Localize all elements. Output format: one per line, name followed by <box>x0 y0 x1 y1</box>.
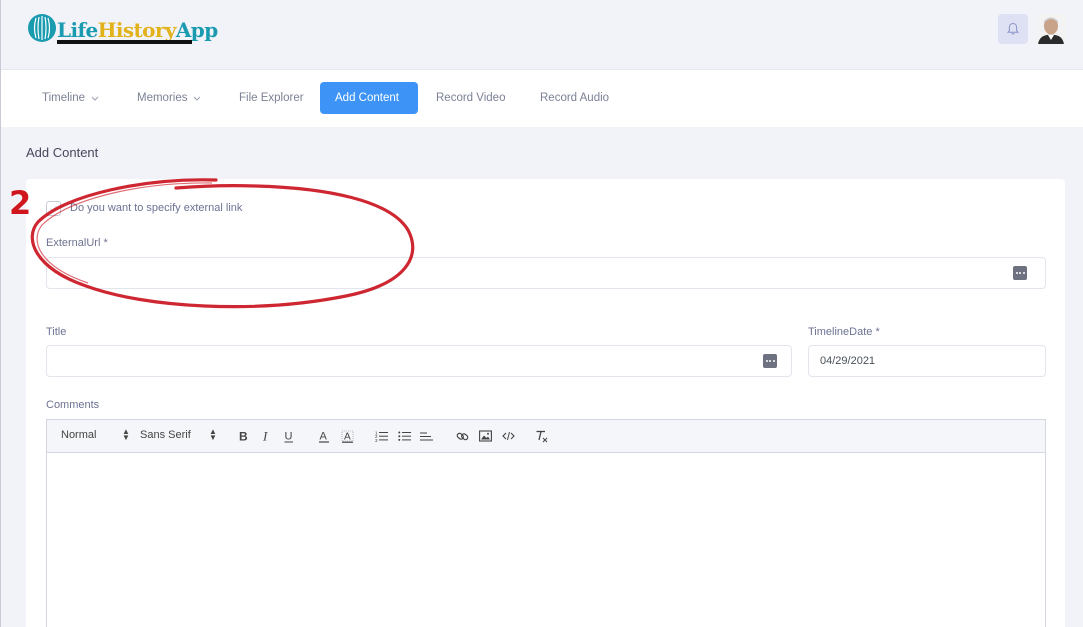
annotation-number: 2 <box>9 184 32 222</box>
nav-file-explorer-label: File Explorer <box>239 92 304 104</box>
nav-record-video-label: Record Video <box>436 92 506 104</box>
logo-underline <box>57 40 192 44</box>
nav-add-content[interactable]: Add Content <box>320 82 418 114</box>
svg-text:A: A <box>320 430 328 442</box>
external-link-checkbox[interactable] <box>46 200 61 216</box>
nav-timeline[interactable]: Timeline <box>27 82 114 114</box>
image-icon <box>478 430 492 442</box>
italic-icon: I <box>262 430 268 442</box>
image-button[interactable] <box>477 428 493 444</box>
more-dots-icon[interactable] <box>763 354 777 368</box>
clear-format-icon <box>536 430 548 442</box>
ordered-list-icon: 123 <box>375 431 388 442</box>
select-arrows-icon: ▲ ▼ <box>122 427 130 442</box>
bullet-list-icon <box>397 431 411 441</box>
italic-button[interactable]: I <box>258 428 274 444</box>
nav-record-audio-label: Record Audio <box>540 92 610 104</box>
underline-button[interactable]: U <box>281 428 297 444</box>
code-icon <box>501 431 515 441</box>
nav-record-audio[interactable]: Record Audio <box>525 82 624 114</box>
code-button[interactable] <box>500 428 516 444</box>
link-button[interactable] <box>454 428 470 444</box>
title-input[interactable] <box>46 345 792 377</box>
font-color-icon: A <box>319 430 329 443</box>
nav-record-video[interactable]: Record Video <box>421 82 520 114</box>
external-url-label: ExternalUrl * <box>46 237 108 249</box>
background-color-icon: A <box>341 430 353 443</box>
underline-icon: U <box>284 430 293 442</box>
user-photo-icon <box>1036 14 1066 44</box>
font-select-value: Sans Serif <box>140 429 191 441</box>
font-select[interactable]: Sans Serif ▲ ▼ <box>140 427 218 442</box>
bullet-list-button[interactable] <box>396 428 412 444</box>
timeline-date-input[interactable]: 04/29/2021 <box>808 345 1046 377</box>
svg-text:3: 3 <box>375 438 378 442</box>
app-logo[interactable]: LifeHistoryApp <box>27 13 218 47</box>
top-header: LifeHistoryApp <box>1 0 1083 70</box>
user-avatar[interactable] <box>1036 14 1066 44</box>
nav-memories-label: Memories <box>137 92 188 105</box>
align-left-icon <box>419 432 433 441</box>
external-url-input[interactable] <box>46 257 1046 289</box>
format-select[interactable]: Normal ▲ ▼ <box>61 427 131 442</box>
svg-text:I: I <box>262 430 268 442</box>
timeline-date-value: 04/29/2021 <box>820 355 876 367</box>
format-select-value: Normal <box>61 429 97 441</box>
notifications-button[interactable] <box>998 14 1028 44</box>
comments-label: Comments <box>46 399 100 411</box>
page-title: Add Content <box>26 145 99 160</box>
logo-wordmark: LifeHistoryApp <box>57 18 218 42</box>
chevron-down-icon <box>193 82 201 114</box>
title-label: Title <box>46 326 67 338</box>
link-icon <box>456 432 468 440</box>
app-window: LifeHistoryApp Timeline Memories File Ex… <box>0 0 1083 627</box>
nav-add-content-label: Add Content <box>335 92 399 104</box>
svg-text:B: B <box>239 430 248 442</box>
ordered-list-button[interactable]: 123 <box>373 428 389 444</box>
bold-button[interactable]: B <box>235 428 251 444</box>
bell-icon <box>1006 22 1020 35</box>
external-link-toggle[interactable]: Do you want to specify external link <box>46 200 242 216</box>
more-dots-icon[interactable] <box>1013 266 1027 280</box>
external-link-checkbox-label: Do you want to specify external link <box>70 202 243 214</box>
comments-editor[interactable] <box>46 452 1046 627</box>
align-button[interactable] <box>418 428 434 444</box>
select-arrows-icon: ▲ ▼ <box>209 427 217 442</box>
font-color-button[interactable]: A <box>316 428 332 444</box>
background-color-button[interactable]: A <box>339 428 355 444</box>
timeline-date-label: TimelineDate * <box>808 326 880 338</box>
chevron-down-icon <box>91 82 99 114</box>
svg-text:A: A <box>344 431 351 442</box>
svg-text:U: U <box>285 430 293 442</box>
nav-timeline-label: Timeline <box>42 92 86 105</box>
clear-format-button[interactable] <box>534 428 550 444</box>
nav-file-explorer[interactable]: File Explorer <box>224 82 319 114</box>
rich-text-toolbar: Normal ▲ ▼ Sans Serif ▲ ▼ B I U A A 123 <box>46 419 1046 453</box>
main-nav: Timeline Memories File Explorer Add Cont… <box>1 70 1083 127</box>
check-icon <box>50 205 57 212</box>
nav-memories[interactable]: Memories <box>122 82 216 114</box>
bold-icon: B <box>239 430 248 442</box>
globe-logo-icon <box>28 14 56 42</box>
